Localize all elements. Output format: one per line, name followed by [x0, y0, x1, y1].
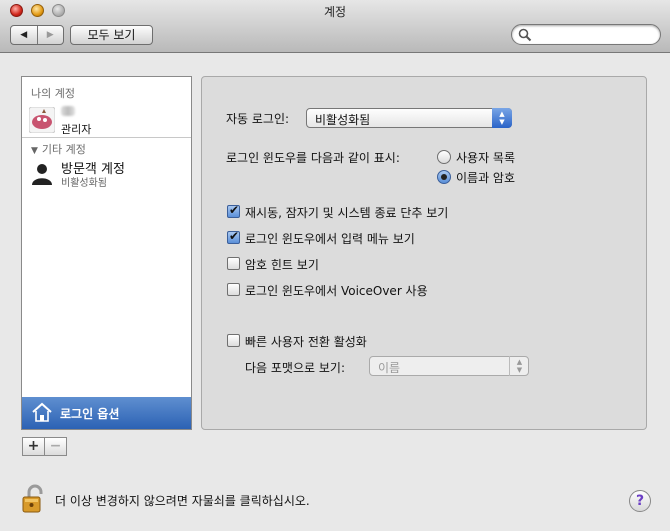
- my-account-header: 나의 계정: [31, 87, 75, 100]
- other-accounts-header[interactable]: ▼ 기타 계정: [31, 141, 86, 157]
- checkbox-show-password-hints[interactable]: [227, 257, 240, 270]
- add-account-button[interactable]: +: [23, 438, 44, 455]
- search-input[interactable]: [534, 27, 654, 42]
- lock-icon[interactable]: [22, 484, 46, 514]
- show-all-button[interactable]: 모두 보기: [70, 25, 153, 45]
- back-button[interactable]: ◀: [11, 26, 37, 44]
- lock-message: 더 이상 변경하지 않으려면 자물쇠를 클릭하십시오.: [55, 494, 310, 508]
- checkbox-show-input-menu-label: 로그인 윈도우에서 입력 메뉴 보기: [245, 232, 415, 246]
- login-options-panel: 자동 로그인: 비활성화됨 ▲ ▼ 로그인 윈도우를 다음과 같이 표시: 사용자…: [201, 76, 647, 430]
- account-role: 관리자: [61, 123, 92, 136]
- other-accounts-label: 기타 계정: [41, 143, 86, 156]
- checkbox-use-voiceover-label: 로그인 윈도우에서 VoiceOver 사용: [245, 284, 428, 298]
- checkbox-show-password-hints-label: 암호 힌트 보기: [245, 258, 319, 272]
- house-icon: [32, 402, 52, 422]
- help-button[interactable]: ?: [629, 490, 651, 512]
- disclosure-triangle-icon: ▼: [31, 146, 38, 156]
- auto-login-value: 비활성화됨: [315, 113, 371, 127]
- guest-user-icon: [32, 164, 52, 185]
- checkbox-show-input-menu[interactable]: [227, 229, 240, 244]
- radio-name-password-label: 이름과 암호: [456, 171, 516, 185]
- account-item-admin[interactable]: 관리자: [29, 105, 189, 136]
- search-field[interactable]: [511, 24, 661, 45]
- remove-account-button[interactable]: −: [44, 438, 66, 455]
- accounts-list: 나의 계정 관리자 ▼ 기타 계정 방문객 계정 비활성화됨 로그인 옵션: [21, 76, 192, 430]
- checkbox-show-restart-buttons-label: 재시동, 잠자기 및 시스템 종료 단추 보기: [245, 206, 449, 220]
- checkbox-fast-user-switching-label: 빠른 사용자 전환 활성화: [245, 335, 367, 349]
- forward-button[interactable]: ▶: [36, 26, 64, 44]
- account-name-redacted: [61, 105, 75, 120]
- login-options-item[interactable]: 로그인 옵션: [22, 397, 191, 429]
- account-item-guest[interactable]: 방문객 계정 비활성화됨: [29, 158, 189, 189]
- auto-login-popup[interactable]: 비활성화됨 ▲ ▼: [306, 108, 512, 128]
- login-options-label: 로그인 옵션: [60, 407, 120, 421]
- popup-arrows-icon: ▲ ▼: [509, 356, 529, 376]
- back-forward-control: ◀ ▶: [10, 25, 64, 45]
- radio-name-password[interactable]: [437, 170, 451, 184]
- add-remove-control: + −: [22, 437, 67, 456]
- avatar-icon: [29, 107, 55, 133]
- window-title: 계정: [323, 5, 347, 19]
- radio-user-list-label: 사용자 목록: [456, 151, 516, 165]
- radio-user-list[interactable]: [437, 150, 451, 164]
- search-icon: [518, 28, 532, 42]
- auto-login-label: 자동 로그인:: [226, 112, 290, 126]
- checkbox-fast-user-switching[interactable]: [227, 334, 240, 347]
- view-format-label: 다음 포맷으로 보기:: [245, 361, 345, 375]
- list-divider: [22, 137, 191, 138]
- view-format-popup[interactable]: 이름 ▲ ▼: [369, 356, 529, 376]
- checkbox-show-restart-buttons[interactable]: [227, 203, 240, 218]
- guest-account-status: 비활성화됨: [61, 178, 107, 189]
- title-bar: 계정 ◀ ▶ 모두 보기: [0, 0, 670, 53]
- view-format-value: 이름: [378, 361, 401, 375]
- checkbox-use-voiceover[interactable]: [227, 283, 240, 296]
- popup-arrows-icon: ▲ ▼: [492, 108, 512, 128]
- login-window-display-label: 로그인 윈도우를 다음과 같이 표시:: [226, 151, 400, 165]
